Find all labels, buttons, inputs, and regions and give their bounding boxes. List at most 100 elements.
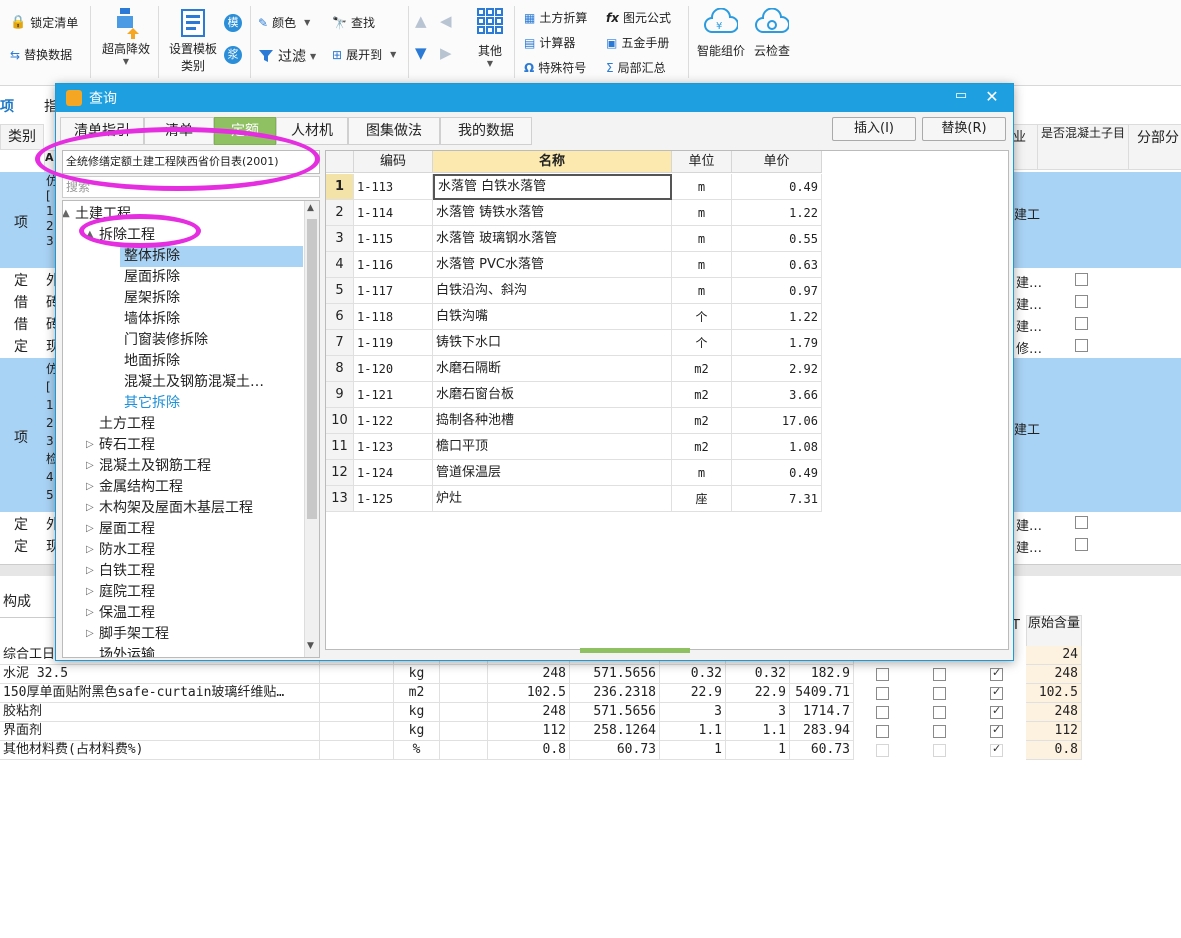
tree-scrollbar[interactable]: ▲ ▼ (304, 201, 319, 657)
row-checkbox[interactable] (876, 668, 889, 681)
row-checkbox[interactable] (990, 666, 1003, 681)
table-row[interactable]: 12 1-124 管道保温层 m 0.49 (326, 460, 822, 486)
table-row[interactable]: 11 1-123 檐口平顶 m2 1.08 (326, 434, 822, 460)
row-checkbox[interactable] (876, 744, 889, 757)
row-checkbox[interactable] (933, 687, 946, 700)
tree-node[interactable]: 白铁工程 (99, 561, 155, 582)
row-checkbox[interactable] (990, 723, 1003, 738)
tree-expand-icon[interactable]: ▷ (86, 607, 94, 618)
arrow-up-icon[interactable]: ▲ (415, 12, 427, 30)
concrete-checkbox[interactable] (1075, 273, 1088, 286)
tree-node[interactable]: 场外运输 (99, 645, 155, 657)
tree-expand-icon[interactable]: ▷ (86, 586, 94, 597)
concrete-checkbox[interactable] (1075, 295, 1088, 308)
row-checkbox[interactable] (990, 742, 1003, 757)
sheet-tab-item[interactable]: 项 (0, 96, 14, 116)
tree-node[interactable]: 整体拆除 (120, 246, 303, 267)
arrow-down-icon[interactable]: ▼ (415, 44, 427, 62)
tree-node[interactable]: 地面拆除 (124, 351, 180, 372)
tree-node[interactable]: 保温工程 (99, 603, 155, 624)
hardware-manual-button[interactable]: ▣ 五金手册 (606, 34, 669, 51)
tree-expand-icon[interactable]: ▷ (86, 502, 94, 513)
concrete-checkbox[interactable] (1075, 516, 1088, 529)
slurry-badge-icon[interactable]: 浆 (224, 46, 242, 64)
graph-formula-button[interactable]: fx 图元公式 (606, 9, 671, 26)
tab-atlas-method[interactable]: 图集做法 (348, 117, 440, 145)
table-row[interactable]: 界面剂 kg 112 258.1264 1.1 1.1 283.94 112 (0, 722, 1083, 741)
maximize-icon[interactable]: ▭ (954, 89, 968, 103)
tree-node[interactable]: 脚手架工程 (99, 624, 169, 645)
insert-button[interactable]: 插入(I) (832, 117, 916, 141)
row-checkbox[interactable] (933, 744, 946, 757)
row-checkbox[interactable] (990, 685, 1003, 700)
table-row[interactable]: 水泥 32.5 kg 248 571.5656 0.32 0.32 182.9 248 (0, 665, 1083, 684)
find-button[interactable]: 🔭 查找 (332, 14, 375, 31)
concrete-checkbox[interactable] (1075, 538, 1088, 551)
table-row[interactable]: 13 1-125 炉灶座 7.31 (326, 486, 822, 512)
tree-node[interactable]: 庭院工程 (99, 582, 155, 603)
tree-node[interactable]: 屋架拆除 (124, 288, 180, 309)
tree-node[interactable]: 土方工程 (99, 414, 155, 435)
dialog-titlebar[interactable]: 查询 ▭ ✕ (56, 84, 1013, 112)
tree-expand-icon[interactable]: ▷ (86, 628, 94, 639)
replace-button[interactable]: 替换(R) (922, 117, 1006, 141)
table-row[interactable]: 其他材料费(占材料费%)% 0.8 60.73 1 1 60.73 0.8 (0, 741, 1083, 760)
scroll-down-icon[interactable]: ▼ (307, 641, 314, 651)
concrete-checkbox[interactable] (1075, 339, 1088, 352)
scroll-up-icon[interactable]: ▲ (307, 203, 314, 213)
table-row[interactable]: 10 1-122 捣制各种池槽 m2 17.06 (326, 408, 822, 434)
tree-expand-icon[interactable]: ▷ (86, 523, 94, 534)
scrollbar-thumb[interactable] (307, 219, 317, 519)
set-template-button[interactable]: 设置模板 类别 (166, 6, 220, 74)
height-reduce-button[interactable]: 超高降效 ▼ (100, 6, 152, 66)
table-row[interactable]: 5 1-117 白铁沿沟、斜沟 m 0.97 (326, 278, 822, 304)
earth-convert-button[interactable]: ▦ 土方折算 (524, 9, 587, 26)
close-icon[interactable]: ✕ (984, 87, 1000, 107)
arrow-right-icon[interactable]: ▶ (440, 44, 452, 62)
table-row[interactable]: 3 1-115 水落管 玻璃钢水落管 m 0.55 (326, 226, 822, 252)
row-checkbox[interactable] (876, 687, 889, 700)
expand-to-button[interactable]: ⊞ 展开到 ▼ (332, 46, 396, 63)
tree-expand-icon[interactable]: ▷ (86, 481, 94, 492)
composition-tab[interactable]: 构成 (0, 586, 56, 618)
table-row[interactable]: 9 1-121 水磨石窗台板 m2 3.66 (326, 382, 822, 408)
row-checkbox[interactable] (933, 668, 946, 681)
tree-expand-icon[interactable]: ▷ (86, 439, 94, 450)
tree-node[interactable]: 其它拆除 (124, 393, 180, 414)
tab-my-data[interactable]: 我的数据 (440, 117, 532, 145)
tree-node[interactable]: 混凝土及钢筋混凝土… (124, 372, 264, 393)
smart-price-button[interactable]: ¥ 智能组价 (694, 8, 748, 59)
table-row[interactable]: 8 1-120 水磨石隔断 m2 2.92 (326, 356, 822, 382)
row-checkbox[interactable] (933, 725, 946, 738)
other-button[interactable]: 其他 ▼ (472, 8, 508, 68)
tree-node[interactable]: 屋面工程 (99, 519, 155, 540)
calculator-button[interactable]: ▤ 计算器 (524, 34, 575, 51)
splitter-handle[interactable] (580, 648, 690, 653)
partial-summary-button[interactable]: Σ 局部汇总 (606, 59, 666, 76)
color-button[interactable]: ✎ 颜色 ▼ (258, 14, 310, 31)
special-symbol-button[interactable]: Ω 特殊符号 (524, 59, 586, 76)
tree-node[interactable]: 屋面拆除 (124, 267, 180, 288)
filter-button[interactable]: 过滤 ▼ (258, 46, 316, 66)
table-row[interactable]: 7 1-119 铸铁下水口个 1.79 (326, 330, 822, 356)
row-checkbox[interactable] (876, 725, 889, 738)
row-checkbox[interactable] (990, 704, 1003, 719)
tree-expand-icon[interactable]: ▷ (86, 565, 94, 576)
row-checkbox[interactable] (876, 706, 889, 719)
table-row[interactable]: 2 1-114 水落管 铸铁水落管 m 1.22 (326, 200, 822, 226)
cloud-check-button[interactable]: 云检查 (752, 8, 792, 59)
row-checkbox[interactable] (933, 706, 946, 719)
tree-node[interactable]: 砖石工程 (99, 435, 155, 456)
tree-node[interactable]: 混凝土及钢筋工程 (99, 456, 211, 477)
tree-node[interactable]: 木构架及屋面木基层工程 (99, 498, 253, 519)
lock-list-button[interactable]: 🔒 锁定清单 (10, 14, 78, 31)
table-row[interactable]: 150厚单面贴附黑色safe-curtain玻璃纤维贴… m2 102.5 236.2… (0, 684, 1083, 703)
table-row[interactable]: 6 1-118 白铁沟嘴个 1.22 (326, 304, 822, 330)
table-row[interactable]: 4 1-116 水落管 PVC水落管 m 0.63 (326, 252, 822, 278)
tree-expand-icon[interactable]: ▷ (86, 544, 94, 555)
replace-data-button[interactable]: ⇆ 替换数据 (10, 46, 72, 63)
tree-node[interactable]: 防水工程 (99, 540, 155, 561)
table-row[interactable]: 1 1-113 水落管 白铁水落管 m 0.49 (326, 174, 822, 200)
tree-node[interactable]: 金属结构工程 (99, 477, 183, 498)
tree-expand-icon[interactable]: ▷ (86, 460, 94, 471)
